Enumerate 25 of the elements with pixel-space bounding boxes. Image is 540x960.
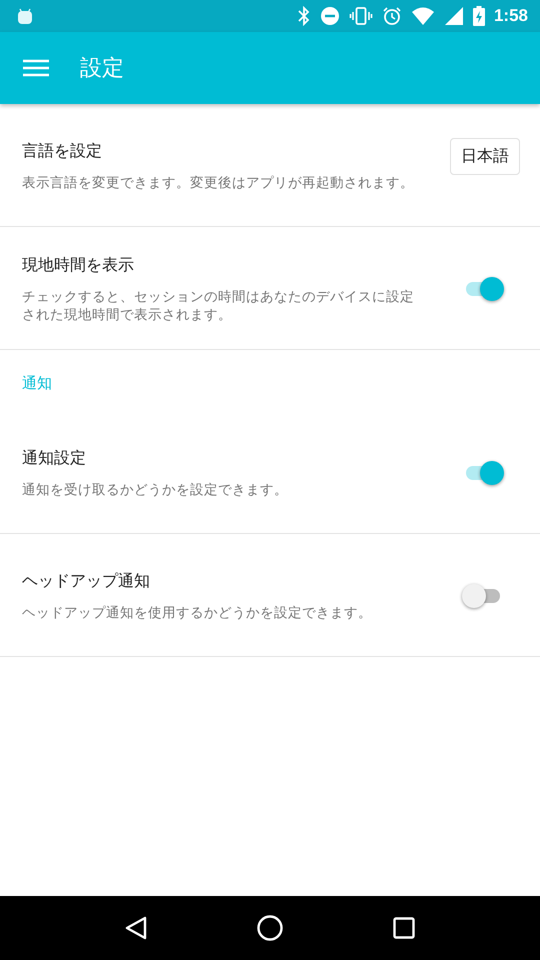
vibrate-icon — [348, 6, 373, 26]
setting-description: 表示言語を変更できます。変更後はアプリが再起動されます。 — [22, 174, 415, 192]
screen-title: 設定 — [80, 55, 124, 83]
section-header: 通知 — [21, 373, 53, 394]
setting-description: ヘッドアップ通知を使用するかどうかを設定できます。 — [22, 604, 373, 622]
back-icon — [125, 916, 147, 940]
battery-icon — [472, 6, 485, 26]
status-time: 1:58 — [494, 6, 528, 26]
bluetooth-icon — [296, 6, 311, 26]
setting-description: 通知を受け取るかどうかを設定できます。 — [22, 480, 289, 498]
setting-title: 言語を設定 — [22, 140, 103, 162]
menu-icon — [23, 59, 49, 77]
language-button[interactable]: 日本語 — [450, 138, 520, 174]
android-icon — [16, 7, 34, 25]
setting-description: チェックすると、セッションの時間はあなたのデバイスに設定された現地時間で表示されます。 — [22, 288, 415, 324]
menu-button[interactable] — [23, 59, 49, 77]
do-not-disturb-icon — [320, 6, 340, 26]
setting-title: 現地時間を表示 — [22, 254, 135, 276]
home-icon — [257, 915, 283, 941]
setting-title: ヘッドアップ通知 — [22, 570, 151, 592]
signal-icon — [444, 6, 464, 26]
setting-title: 通知設定 — [22, 448, 87, 468]
recents-icon — [393, 917, 415, 939]
wifi-icon — [410, 6, 435, 26]
alarm-icon — [382, 6, 402, 26]
